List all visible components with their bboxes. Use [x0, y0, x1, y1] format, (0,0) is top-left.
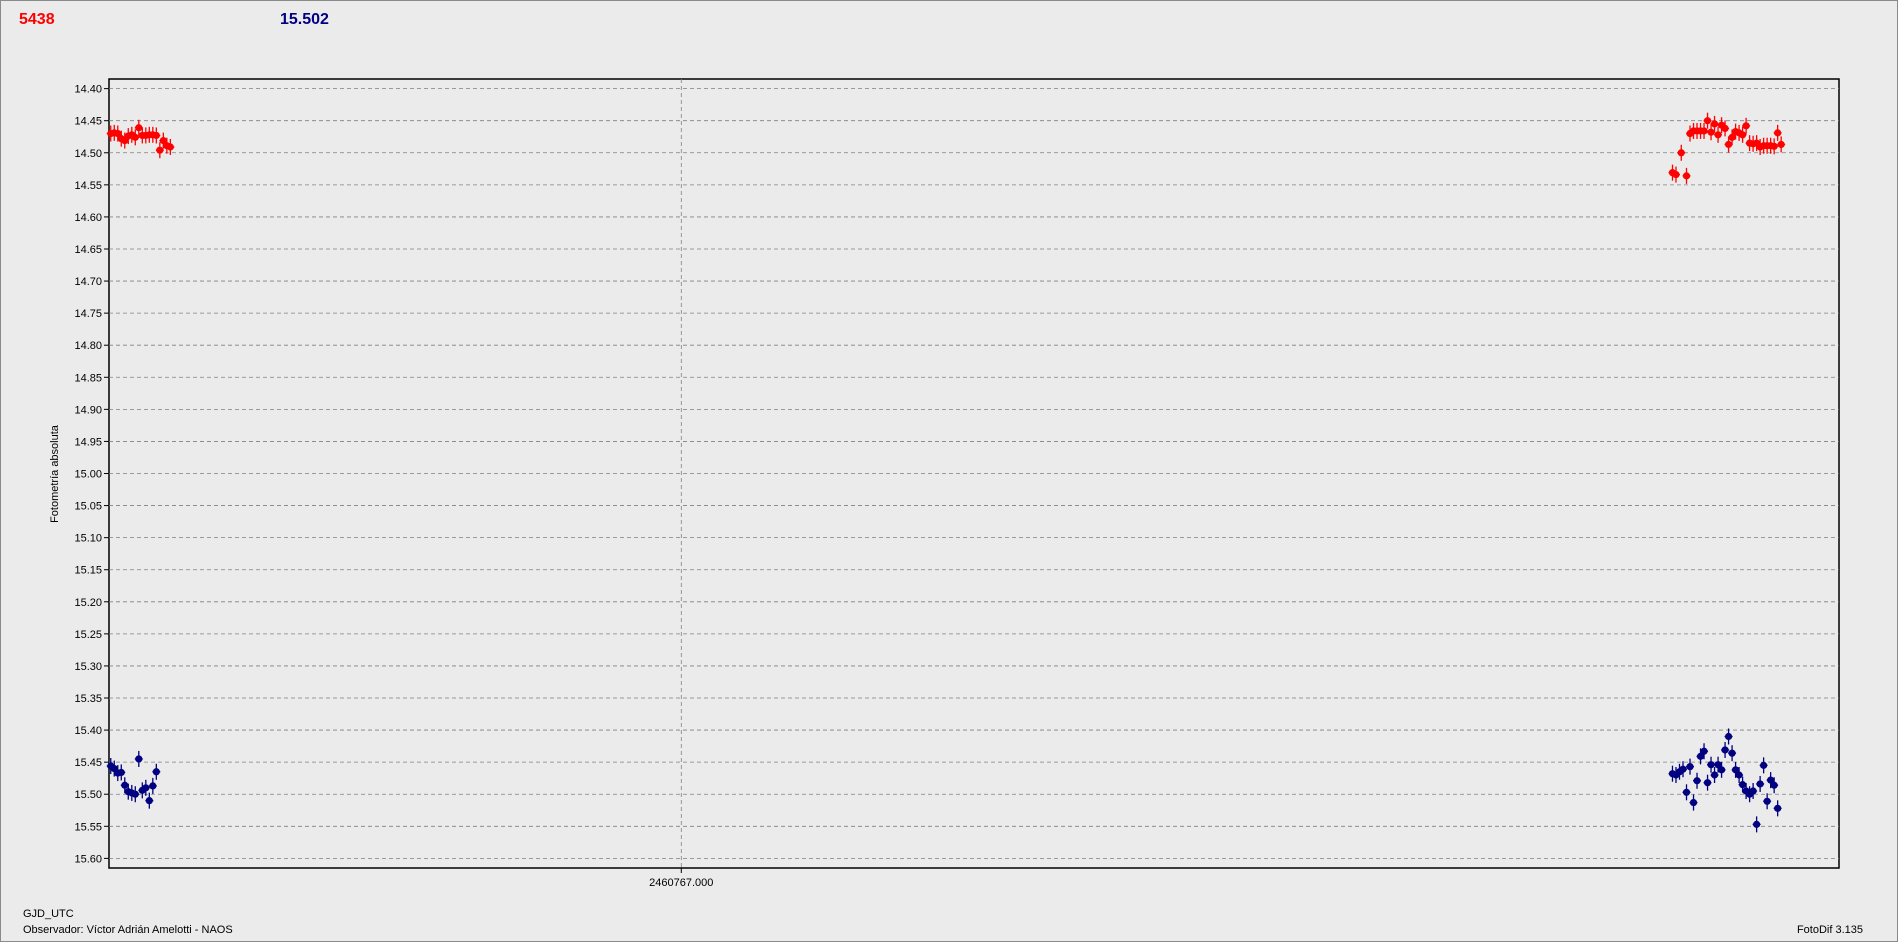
data-point — [1724, 732, 1733, 741]
data-point — [1738, 131, 1747, 139]
data-point — [1756, 780, 1764, 788]
y-tick-label: 15.40 — [74, 725, 102, 737]
y-tick-label: 14.80 — [74, 340, 102, 352]
data-point — [1682, 172, 1691, 180]
data-point — [1742, 122, 1750, 130]
data-point — [1689, 798, 1698, 807]
y-tick-label: 14.40 — [74, 84, 102, 96]
data-point — [1703, 779, 1712, 787]
data-point — [152, 131, 160, 140]
data-point — [1728, 749, 1736, 757]
data-point — [1707, 128, 1715, 136]
y-tick-label: 14.65 — [74, 244, 102, 256]
y-tick-label: 15.05 — [74, 501, 102, 513]
y-tick-label: 14.85 — [74, 372, 102, 384]
data-point — [1682, 788, 1691, 796]
data-point — [1677, 149, 1685, 157]
data-point — [117, 768, 125, 777]
data-point — [1735, 771, 1743, 779]
data-point — [1753, 820, 1761, 828]
data-point — [1717, 766, 1726, 774]
y-tick-label: 15.55 — [74, 821, 102, 833]
data-point — [135, 124, 143, 132]
data-point — [1707, 761, 1715, 769]
y-tick-label: 14.95 — [74, 436, 102, 448]
data-point — [1700, 127, 1708, 135]
data-point — [131, 133, 139, 141]
y-axis-ticks: 14.40 14.45 14.50 14.55 14.60 14.65 14.70 14.75… — [74, 84, 109, 865]
data-point — [1714, 131, 1722, 139]
data-point — [1763, 797, 1771, 805]
x-axis-label: GJD_UTC — [23, 908, 74, 920]
data-point — [1777, 140, 1785, 149]
y-tick-label: 14.70 — [74, 276, 102, 288]
data-point — [1724, 140, 1733, 149]
y-tick-label: 14.90 — [74, 404, 102, 416]
y-tick-label: 15.10 — [74, 533, 102, 545]
data-point — [1738, 781, 1747, 789]
y-tick-label: 15.60 — [74, 853, 102, 865]
y-tick-label: 14.50 — [74, 148, 102, 160]
y-tick-label: 15.15 — [74, 565, 102, 577]
x-axis-ticks: 2460767.000 — [649, 868, 713, 889]
data-point — [1703, 117, 1712, 125]
data-point — [1774, 129, 1782, 137]
data-point — [1774, 804, 1782, 812]
data-point — [135, 755, 143, 763]
data-point — [1770, 781, 1778, 789]
data-point — [142, 784, 150, 792]
data-point — [149, 782, 157, 790]
data-point — [1686, 763, 1694, 771]
data-point — [131, 790, 139, 798]
chart-window: 5438 15.502 14.40 14.45 14.50 14.55 14.60 14.… — [0, 0, 1898, 942]
data-point — [1693, 777, 1701, 785]
y-tick-label: 14.75 — [74, 308, 102, 320]
data-point — [156, 146, 164, 154]
data-point — [152, 768, 160, 776]
y-tick-label: 14.55 — [74, 180, 102, 192]
y-tick-label: 15.50 — [74, 789, 102, 801]
y-tick-label: 15.35 — [74, 693, 102, 705]
data-point — [166, 143, 174, 151]
data-point — [1710, 120, 1719, 128]
data-point — [1679, 765, 1687, 773]
data-point — [1721, 746, 1729, 754]
x-tick-label: 2460767.000 — [649, 877, 713, 889]
data-point — [1770, 142, 1778, 150]
data-point — [1760, 761, 1768, 769]
data-point — [1672, 170, 1680, 179]
y-tick-label: 15.45 — [74, 757, 102, 769]
data-point — [121, 781, 129, 789]
software-version: FotoDif 3.135 — [1796, 924, 1863, 936]
observer-credit: Observador: Víctor Adrián Amelotti - NAO… — [23, 924, 233, 936]
y-tick-label: 15.30 — [74, 661, 102, 673]
data-point — [145, 797, 153, 805]
data-point — [1721, 124, 1729, 132]
data-point — [1749, 787, 1757, 795]
y-axis-label: Fotometría absoluta — [49, 424, 61, 523]
y-tick-label: 14.45 — [74, 116, 102, 128]
y-tick-label: 15.25 — [74, 629, 102, 641]
y-tick-label: 15.20 — [74, 597, 102, 609]
y-tick-label: 15.00 — [74, 469, 102, 481]
y-tick-label: 14.60 — [74, 212, 102, 224]
plot-area: 14.40 14.45 14.50 14.55 14.60 14.65 14.70 14.75… — [49, 78, 1840, 889]
data-point — [1710, 771, 1719, 779]
data-point — [1700, 747, 1708, 755]
